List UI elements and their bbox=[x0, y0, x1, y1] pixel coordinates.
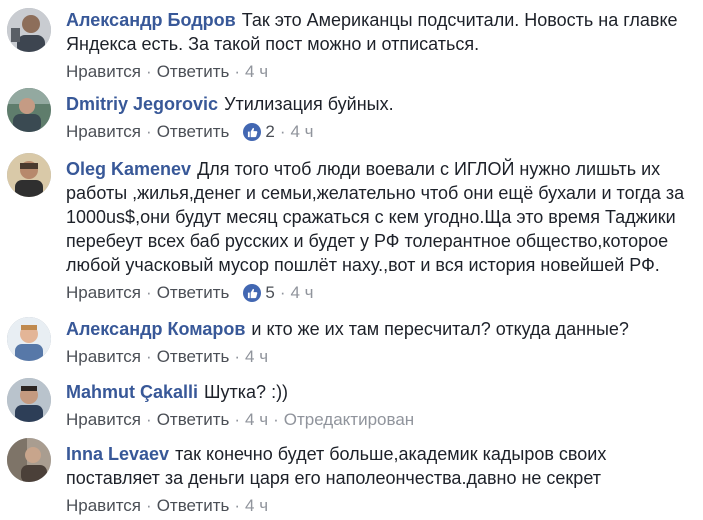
comment-actions: Нравится · Ответить · 4 ч bbox=[66, 495, 697, 517]
timestamp[interactable]: 4 ч bbox=[291, 121, 314, 143]
separator-dot: · bbox=[279, 283, 286, 302]
edited-label[interactable]: Отредактирован bbox=[284, 409, 414, 431]
comment-text-line: Dmitriy Jegorovic Утилизация буйных. bbox=[66, 92, 697, 116]
separator-dot: · bbox=[146, 410, 152, 429]
author-name[interactable]: Oleg Kamenev bbox=[66, 159, 191, 179]
separator-dot: · bbox=[279, 122, 286, 141]
timestamp[interactable]: 4 ч bbox=[245, 61, 268, 83]
thumbs-up-icon[interactable] bbox=[243, 284, 262, 302]
separator-dot: · bbox=[146, 122, 152, 141]
reply-link[interactable]: Ответить bbox=[157, 409, 230, 431]
separator-dot: · bbox=[146, 283, 152, 302]
comment-body: Утилизация буйных. bbox=[224, 94, 394, 114]
comment-actions: Нравится · Ответить · 4 ч · Отредактиров… bbox=[66, 409, 697, 431]
avatar[interactable] bbox=[7, 8, 51, 52]
comment-actions: Нравится · Ответить · 4 ч bbox=[66, 346, 697, 368]
comment-actions: Нравится · Ответить 5 · 4 ч bbox=[66, 282, 697, 304]
timestamp[interactable]: 4 ч bbox=[245, 346, 268, 368]
author-name[interactable]: Александр Комаров bbox=[66, 319, 245, 339]
separator-dot: · bbox=[146, 347, 152, 366]
separator-dot: · bbox=[146, 496, 152, 515]
author-name[interactable]: Александр Бодров bbox=[66, 10, 236, 30]
reply-link[interactable]: Ответить bbox=[157, 495, 230, 517]
author-name[interactable]: Mahmut Çakalli bbox=[66, 382, 198, 402]
like-link[interactable]: Нравится bbox=[66, 346, 141, 368]
separator-dot: · bbox=[234, 496, 241, 515]
comment-text-line: Oleg Kamenev Для того чтоб люди воевали с… bbox=[66, 157, 697, 277]
author-name[interactable]: Dmitriy Jegorovic bbox=[66, 94, 218, 114]
comment-text-line: Александр Бодров Так это Американцы подсч… bbox=[66, 8, 697, 56]
thumbs-up-icon[interactable] bbox=[243, 123, 262, 141]
timestamp[interactable]: 4 ч bbox=[291, 282, 314, 304]
timestamp[interactable]: 4 ч bbox=[245, 409, 268, 431]
like-link[interactable]: Нравится bbox=[66, 409, 141, 431]
comment-text-line: Inna Levaev так конечно будет больше,акад… bbox=[66, 442, 697, 490]
avatar[interactable] bbox=[7, 88, 51, 132]
like-count[interactable]: 2 bbox=[265, 121, 274, 143]
comment-text-line: Mahmut Çakalli Шутка? :)) bbox=[66, 380, 697, 404]
reply-link[interactable]: Ответить bbox=[157, 61, 230, 83]
avatar[interactable] bbox=[7, 153, 51, 197]
comment-actions: Нравится · Ответить 2 · 4 ч bbox=[66, 121, 697, 143]
comment-text-line: Александр Комаров и кто же их там пересчи… bbox=[66, 317, 697, 341]
reply-link[interactable]: Ответить bbox=[157, 282, 230, 304]
comment-actions: Нравится · Ответить · 4 ч bbox=[66, 61, 697, 83]
separator-dot: · bbox=[234, 410, 241, 429]
reply-link[interactable]: Ответить bbox=[157, 346, 230, 368]
like-link[interactable]: Нравится bbox=[66, 282, 141, 304]
avatar[interactable] bbox=[7, 317, 51, 361]
separator-dot: · bbox=[234, 347, 241, 366]
like-link[interactable]: Нравится bbox=[66, 61, 141, 83]
timestamp[interactable]: 4 ч bbox=[245, 495, 268, 517]
separator-dot: · bbox=[234, 62, 241, 81]
separator-dot: · bbox=[146, 62, 152, 81]
like-link[interactable]: Нравится bbox=[66, 495, 141, 517]
like-count[interactable]: 5 bbox=[265, 282, 274, 304]
comment-body: Шутка? :)) bbox=[204, 382, 289, 402]
author-name[interactable]: Inna Levaev bbox=[66, 444, 169, 464]
like-link[interactable]: Нравится bbox=[66, 121, 141, 143]
avatar[interactable] bbox=[7, 438, 51, 482]
reply-link[interactable]: Ответить bbox=[157, 121, 230, 143]
comment-body: и кто же их там пересчитал? откуда данны… bbox=[251, 319, 629, 339]
separator-dot: · bbox=[273, 410, 279, 429]
avatar[interactable] bbox=[7, 378, 51, 422]
